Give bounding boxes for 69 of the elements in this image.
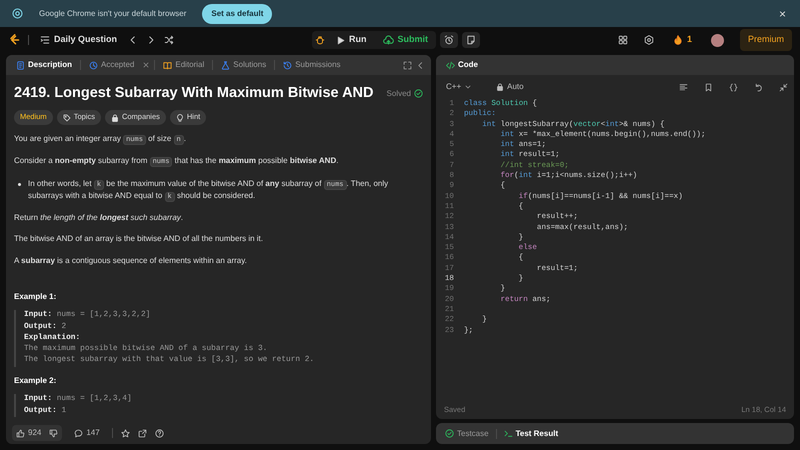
description-text: The bitwise AND of an array is the bitwise AND of all the numbers in it. xyxy=(14,233,264,246)
run-button[interactable]: Run xyxy=(328,31,374,49)
format-icon[interactable] xyxy=(679,82,688,92)
thumbs-up-icon xyxy=(16,428,25,438)
submit-button[interactable]: Submit xyxy=(374,31,436,49)
terminal-icon xyxy=(504,429,513,438)
streak-button[interactable]: 1 xyxy=(670,31,695,49)
alarm-icon xyxy=(444,35,454,45)
timer-button[interactable] xyxy=(440,32,458,48)
book-icon xyxy=(163,60,172,70)
panel-tab[interactable]: Testcase xyxy=(442,426,492,442)
maximize-icon[interactable] xyxy=(403,60,412,70)
undo-icon[interactable] xyxy=(754,82,763,92)
bug-icon xyxy=(315,35,325,45)
panel-tab[interactable]: Editorial xyxy=(159,57,208,73)
share-icon[interactable] xyxy=(138,428,147,438)
grid-icon[interactable] xyxy=(618,35,628,45)
solved-status: Solved xyxy=(386,88,411,100)
infobar-message: Google Chrome isn't your default browser xyxy=(39,8,186,20)
thumbs-down-icon xyxy=(49,428,58,438)
panel-tab[interactable]: Submissions xyxy=(279,57,345,73)
clock-icon xyxy=(89,60,98,70)
help-icon[interactable] xyxy=(154,428,164,438)
cloud-upload-icon xyxy=(382,34,394,46)
example-heading: Example 2: xyxy=(14,374,58,386)
braces-icon[interactable] xyxy=(729,82,738,92)
collapse-panel-icon[interactable] xyxy=(416,60,425,70)
lock-icon xyxy=(110,114,119,122)
example-heading: Example 1: xyxy=(14,290,58,302)
avatar[interactable] xyxy=(711,34,724,46)
auto-mode-button[interactable]: Auto xyxy=(492,79,528,95)
premium-button[interactable]: Premium xyxy=(740,29,792,51)
star-icon[interactable] xyxy=(120,428,130,438)
lock-icon xyxy=(496,83,504,91)
close-icon[interactable] xyxy=(142,61,150,69)
check-icon xyxy=(414,89,423,98)
close-button[interactable]: × xyxy=(776,8,788,20)
chrome-icon xyxy=(12,8,23,19)
problem-list-button[interactable]: Daily Question xyxy=(37,31,120,49)
doc-icon xyxy=(16,60,25,70)
panel-title: Code xyxy=(442,57,482,73)
panel-tab[interactable]: Solutions xyxy=(217,57,270,73)
note-icon xyxy=(466,35,476,45)
flask-icon xyxy=(221,60,230,70)
logo-icon[interactable] xyxy=(8,34,20,46)
caret-icon xyxy=(464,83,472,91)
description-text: Return the length of the longest such subarray. xyxy=(14,212,184,224)
panel-tab[interactable]: Test Result xyxy=(500,426,562,442)
tag-icon xyxy=(62,114,71,122)
bulb-icon xyxy=(176,114,184,122)
description-text: A subarray is a contiguous sequence of elements within an array. xyxy=(14,255,248,267)
comments-button[interactable]: 147 xyxy=(70,425,104,441)
play-icon xyxy=(336,36,345,44)
fire-icon xyxy=(672,35,683,45)
set-default-button[interactable]: Set as default xyxy=(202,4,272,24)
language-dropdown[interactable]: C++ xyxy=(442,79,476,95)
collapse-icon[interactable] xyxy=(779,82,788,92)
list-icon xyxy=(40,35,50,45)
comment-icon xyxy=(74,428,84,438)
panel-tab[interactable]: Description xyxy=(12,57,76,73)
shuffle-icon[interactable] xyxy=(164,35,174,45)
check-icon xyxy=(445,429,454,438)
panel-tab[interactable]: Accepted xyxy=(85,57,138,73)
code-icon xyxy=(446,60,455,70)
problem-title: 2419. Longest Subarray With Maximum Bitwise AND xyxy=(14,85,374,102)
history-icon xyxy=(283,60,292,70)
bookmark-icon[interactable] xyxy=(704,82,713,92)
notes-button[interactable] xyxy=(462,32,480,48)
settings-icon[interactable] xyxy=(644,35,654,45)
